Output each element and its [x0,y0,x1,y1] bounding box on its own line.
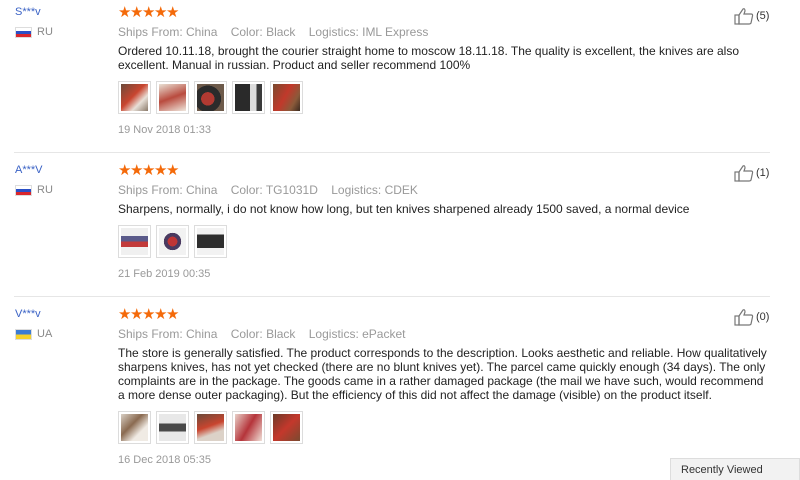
review-body: ★ ★ ★ ★ ★ Ships From: China Color: Black… [118,306,768,466]
reviewer-name[interactable]: S***v [15,6,53,19]
star-icon: ★ [130,306,144,323]
thumbs-up-icon [734,8,754,25]
recently-viewed-tab[interactable]: Recently Viewed [670,458,800,480]
country-code: UA [37,328,53,340]
reviewer-info: A***V RU [15,164,53,196]
star-icon: ★ [154,306,168,323]
star-icon: ★ [166,4,180,21]
reviewer-name[interactable]: A***V [15,164,53,177]
star-icon: ★ [154,4,168,21]
helpful-count: (1) [756,167,770,179]
star-icon: ★ [154,162,168,179]
thumbs-up-icon [734,165,754,182]
review-photo-thumbnail[interactable] [118,81,151,114]
review-photo-thumbnail[interactable] [118,411,151,444]
review-photo-thumbnail[interactable] [194,225,227,258]
review-photos [118,81,768,114]
review-photo-thumbnail[interactable] [232,411,265,444]
star-icon: ★ [142,306,156,323]
review-photo-thumbnail[interactable] [232,81,265,114]
star-rating: ★ ★ ★ ★ ★ [118,306,768,323]
star-icon: ★ [130,162,144,179]
star-icon: ★ [142,4,156,21]
star-icon: ★ [130,4,144,21]
ships-from: Ships From: China [118,327,218,341]
review-item: V***v UA ★ ★ ★ ★ ★ Ships From: China Col… [0,297,800,476]
star-icon: ★ [118,162,132,179]
helpful-button[interactable]: (1) [734,164,769,182]
thumbs-up-icon [734,309,754,326]
ships-from: Ships From: China [118,183,218,197]
country-code: RU [37,184,53,196]
helpful-count: (5) [756,10,770,22]
review-text: Ordered 10.11.18, brought the courier st… [118,44,740,72]
russia-flag-icon [15,26,32,38]
reviewer-info: V***v UA [15,308,52,340]
review-photo-thumbnail[interactable] [270,411,303,444]
russia-flag-icon [15,184,32,196]
ukraine-flag-icon [15,328,32,340]
logistics: Logistics: CDEK [331,183,418,197]
color-option: Color: Black [230,327,296,341]
ships-from: Ships From: China [118,25,218,39]
review-photo-thumbnail[interactable] [194,81,227,114]
reviewer-name[interactable]: V***v [15,308,52,321]
logistics: Logistics: IML Express [308,25,429,39]
review-photo-thumbnail[interactable] [156,225,189,258]
review-photo-thumbnail[interactable] [156,81,189,114]
review-body: ★ ★ ★ ★ ★ Ships From: China Color: TG103… [118,162,768,280]
review-date: 21 Feb 2019 00:35 [118,268,211,280]
reviewer-info: S***v RU [15,6,53,38]
review-item: A***V RU ★ ★ ★ ★ ★ Ships From: China Col… [0,154,800,297]
logistics: Logistics: ePacket [308,327,406,341]
review-photo-thumbnail[interactable] [118,225,151,258]
review-divider [14,152,770,153]
order-info: Ships From: China Color: TG1031D Logisti… [118,183,768,197]
review-photos [118,411,768,444]
reviewer-country: UA [15,328,52,340]
review-photo-thumbnail[interactable] [194,411,227,444]
helpful-button[interactable]: (5) [734,7,769,25]
helpful-button[interactable]: (0) [734,308,769,326]
review-photo-thumbnail[interactable] [156,411,189,444]
review-body: ★ ★ ★ ★ ★ Ships From: China Color: Black… [118,4,768,136]
star-icon: ★ [118,4,132,21]
star-icon: ★ [166,162,180,179]
color-option: Color: Black [230,25,296,39]
review-photo-thumbnail[interactable] [270,81,303,114]
color-option: Color: TG1031D [230,183,318,197]
review-text: The store is generally satisfied. The pr… [118,346,767,402]
review-item: S***v RU ★ ★ ★ ★ ★ Ships From: China Col… [0,0,800,153]
reviewer-country: RU [15,184,53,196]
reviewer-country: RU [15,26,53,38]
star-icon: ★ [142,162,156,179]
star-icon: ★ [166,306,180,323]
review-date: 19 Nov 2018 01:33 [118,124,211,136]
helpful-count: (0) [756,311,770,323]
country-code: RU [37,26,53,38]
review-text: Sharpens, normally, i do not know how lo… [118,202,690,216]
star-rating: ★ ★ ★ ★ ★ [118,4,768,21]
star-icon: ★ [118,306,132,323]
order-info: Ships From: China Color: Black Logistics… [118,327,768,341]
review-photos [118,225,768,258]
star-rating: ★ ★ ★ ★ ★ [118,162,768,179]
order-info: Ships From: China Color: Black Logistics… [118,25,768,39]
